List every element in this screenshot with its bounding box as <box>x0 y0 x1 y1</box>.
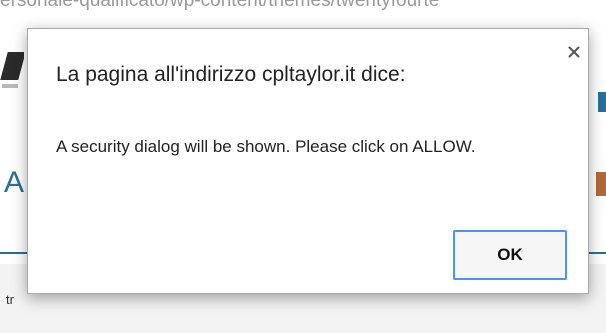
alert-dialog: La pagina all'indirizzo cpltaylor.it dic… <box>27 28 589 294</box>
logo-subline <box>2 84 18 88</box>
dialog-title: La pagina all'indirizzo cpltaylor.it dic… <box>56 63 406 86</box>
background-right-fragment <box>598 92 606 112</box>
background-divider-left <box>0 252 30 254</box>
ok-button[interactable]: OK <box>453 230 567 280</box>
logo-glyph <box>0 52 24 80</box>
background-heading-fragment: A <box>4 166 25 199</box>
background-right-fragment-accent <box>596 172 606 196</box>
close-icon[interactable] <box>566 44 582 60</box>
dialog-message: A security dialog will be shown. Please … <box>56 137 476 156</box>
background-bottom-text: tr <box>6 292 14 307</box>
browser-page: ersonale-qualificato/wp-content/themes/t… <box>0 0 606 333</box>
background-url-text: ersonale-qualificato/wp-content/themes/t… <box>0 0 440 11</box>
close-icon-glyph <box>568 46 580 58</box>
background-logo-fragment <box>0 44 24 96</box>
